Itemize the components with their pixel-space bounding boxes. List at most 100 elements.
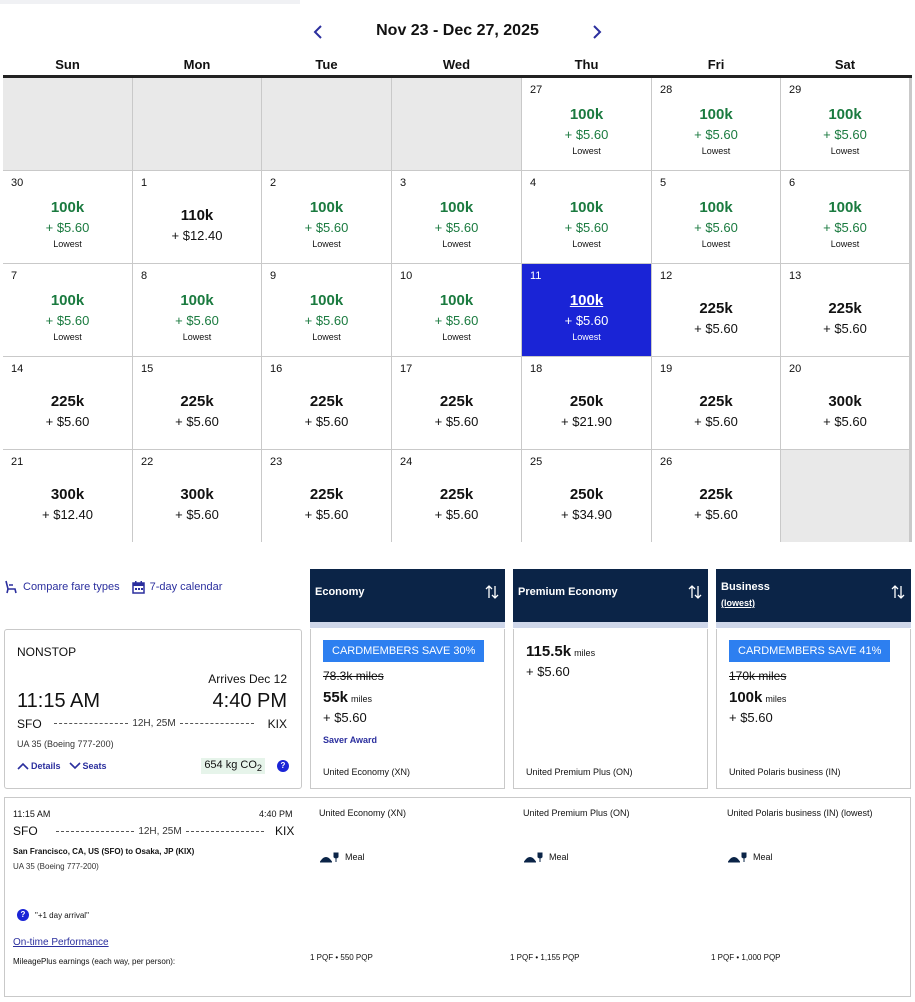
fare-product: United Economy (XN) bbox=[323, 767, 411, 777]
day-number: 12 bbox=[660, 270, 673, 282]
on-time-performance-link[interactable]: On-time Performance bbox=[13, 937, 109, 948]
calendar-day[interactable]: 4 100k + $5.60 Lowest bbox=[522, 171, 651, 263]
co2-badge: 654 kg CO2 bbox=[201, 758, 265, 775]
calendar-day[interactable]: 28 100k + $5.60 Lowest bbox=[652, 78, 780, 170]
compare-fare-types-label: Compare fare types bbox=[23, 581, 120, 593]
fare-miles-unit: miles bbox=[574, 648, 596, 658]
calendar-day[interactable]: 8 100k + $5.60 Lowest bbox=[133, 264, 261, 356]
calendar-day[interactable]: 1 110k + $12.40 bbox=[133, 171, 261, 263]
seven-day-calendar-label: 7-day calendar bbox=[149, 581, 223, 593]
premium-header-bar bbox=[513, 622, 708, 628]
fare-cash: + $5.60 bbox=[323, 710, 367, 725]
business-column-header[interactable]: Business (lowest) bbox=[716, 569, 911, 628]
economy-column-label: Economy bbox=[315, 586, 365, 598]
calendar-day[interactable]: 7 100k + $5.60 Lowest bbox=[3, 264, 132, 356]
day-points: 100k bbox=[439, 292, 474, 309]
detail-duration: 12H, 25M bbox=[47, 826, 273, 837]
seven-day-calendar-link[interactable]: 7-day calendar bbox=[131, 580, 223, 594]
co2-info-icon[interactable]: ? bbox=[277, 760, 289, 772]
calendar-day[interactable]: 12 225k + $5.60 bbox=[652, 264, 780, 356]
calendar-day[interactable]: 17 225k + $5.60 bbox=[392, 357, 521, 449]
business-fare-card[interactable]: CARDMEMBERS SAVE 41% 170k miles 100k mile… bbox=[716, 629, 911, 789]
lowest-label: Lowest bbox=[830, 239, 860, 249]
premium-pqp: 1 PQF • 1,155 PQP bbox=[510, 953, 580, 962]
calendar-day[interactable]: 16 225k + $5.60 bbox=[262, 357, 391, 449]
lowest-label: Lowest bbox=[572, 146, 601, 156]
day-cash: + $5.60 bbox=[175, 313, 219, 328]
sort-icon[interactable] bbox=[485, 584, 499, 600]
calendar-day[interactable]: 2 100k + $5.60 Lowest bbox=[262, 171, 391, 263]
day-cash: + $5.60 bbox=[175, 414, 219, 429]
premium-meal: Meal bbox=[523, 851, 569, 863]
premium-fare-card[interactable]: 115.5k miles + $5.60 United Premium Plus … bbox=[513, 629, 708, 789]
calendar-day[interactable]: 27 100k + $5.60 Lowest bbox=[522, 78, 651, 170]
day-number: 23 bbox=[270, 456, 283, 468]
economy-fare-card[interactable]: CARDMEMBERS SAVE 30% 78.3k miles 55k mile… bbox=[310, 629, 505, 789]
day-points: 100k bbox=[569, 199, 604, 216]
day-cash: + $5.60 bbox=[45, 414, 90, 429]
fare-miles-value: 55k bbox=[323, 689, 349, 706]
day-cash: + $5.60 bbox=[434, 507, 479, 522]
calendar-day[interactable]: 24 225k + $5.60 bbox=[392, 450, 521, 542]
calendar-day[interactable]: 20 300k + $5.60 bbox=[781, 357, 909, 449]
day-number: 17 bbox=[400, 363, 413, 375]
meal-label: Meal bbox=[345, 852, 365, 862]
prev-month-button[interactable] bbox=[307, 20, 329, 44]
day-cash: + $5.60 bbox=[304, 507, 349, 522]
lowest-label: Lowest bbox=[312, 332, 341, 342]
day-points: 100k bbox=[439, 199, 474, 216]
seats-label: Seats bbox=[82, 761, 107, 771]
calendar-day[interactable]: 25 250k + $34.90 bbox=[522, 450, 651, 542]
day-number: 13 bbox=[789, 270, 802, 282]
day-number: 28 bbox=[660, 84, 673, 96]
info-icon[interactable]: ? bbox=[17, 909, 29, 921]
calendar-day[interactable]: 5 100k + $5.60 Lowest bbox=[652, 171, 780, 263]
calendar-day[interactable]: 3 100k + $5.60 Lowest bbox=[392, 171, 521, 263]
calendar-day[interactable]: 18 250k + $21.90 bbox=[522, 357, 651, 449]
calendar-day[interactable]: 19 225k + $5.60 bbox=[652, 357, 780, 449]
calendar-day[interactable]: 29 100k + $5.60 Lowest bbox=[781, 78, 909, 170]
compare-fare-types-link[interactable]: Compare fare types bbox=[4, 580, 120, 594]
calendar-day[interactable]: 26 225k + $5.60 bbox=[652, 450, 780, 542]
earnings-label: MileagePlus earnings (each way, per pers… bbox=[13, 957, 176, 966]
calendar-day-selected[interactable]: 11 100k + $5.60 Lowest bbox=[522, 264, 651, 356]
day-points: 110k bbox=[180, 207, 214, 224]
detail-origin-code: SFO bbox=[13, 824, 38, 838]
day-points: 100k bbox=[309, 292, 344, 309]
calendar-day[interactable]: 13 225k + $5.60 bbox=[781, 264, 909, 356]
calendar-day[interactable]: 21 300k + $12.40 bbox=[3, 450, 132, 542]
calendar-day[interactable]: 15 225k + $5.60 bbox=[133, 357, 261, 449]
day-cash: + $5.60 bbox=[304, 313, 349, 328]
sort-icon[interactable] bbox=[688, 584, 702, 600]
day-points: 100k bbox=[50, 292, 85, 309]
day-points: 225k bbox=[699, 393, 733, 410]
calendar-day[interactable]: 9 100k + $5.60 Lowest bbox=[262, 264, 391, 356]
weekday-label: Wed bbox=[442, 57, 471, 72]
calendar-day[interactable]: 23 225k + $5.60 bbox=[262, 450, 391, 542]
day-cash: + $5.60 bbox=[694, 507, 738, 522]
calendar-day[interactable]: 6 100k + $5.60 Lowest bbox=[781, 171, 909, 263]
cardmember-savings-badge: CARDMEMBERS SAVE 30% bbox=[323, 640, 485, 662]
day-number: 26 bbox=[660, 456, 673, 468]
fare-miles-value: 100k bbox=[729, 689, 763, 706]
sort-icon[interactable] bbox=[891, 584, 905, 600]
calendar-day[interactable]: 30 100k + $5.60 Lowest bbox=[3, 171, 132, 263]
next-month-button[interactable] bbox=[586, 20, 608, 44]
calendar-day[interactable]: 22 300k + $5.60 bbox=[133, 450, 261, 542]
detail-flight-number: UA 35 (Boeing 777-200) bbox=[13, 862, 99, 871]
calendar-day[interactable]: 10 100k + $5.60 Lowest bbox=[392, 264, 521, 356]
economy-column-header[interactable]: Economy bbox=[310, 569, 505, 628]
seats-toggle[interactable]: Seats bbox=[68, 761, 107, 771]
day-number: 19 bbox=[660, 363, 673, 375]
weekday-label: Fri bbox=[707, 57, 725, 72]
calendar-empty-cell bbox=[3, 78, 132, 170]
day-number: 1 bbox=[141, 177, 148, 189]
lowest-label: Lowest bbox=[572, 332, 601, 342]
calendar-empty-cell bbox=[262, 78, 391, 170]
details-toggle[interactable]: Details bbox=[17, 761, 61, 771]
calendar-day[interactable]: 14 225k + $5.60 bbox=[3, 357, 132, 449]
day-cash: + $5.60 bbox=[564, 127, 609, 142]
day-cash: + $5.60 bbox=[45, 313, 90, 328]
premium-column-header[interactable]: Premium Economy bbox=[513, 569, 708, 628]
chevron-right-icon bbox=[593, 25, 602, 39]
